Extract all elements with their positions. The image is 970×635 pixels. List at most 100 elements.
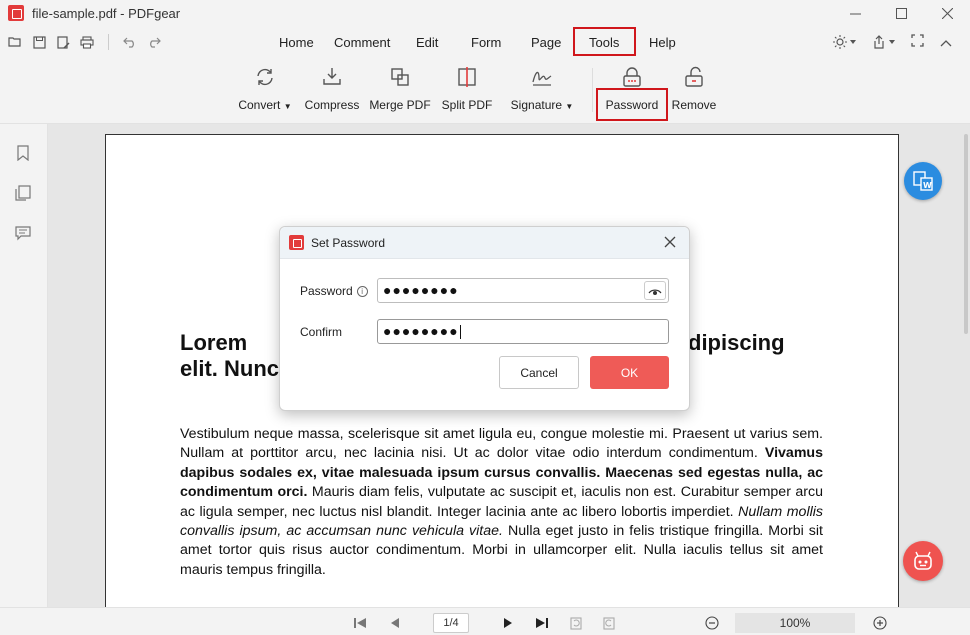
dialog-title: Set Password (311, 236, 386, 250)
toolbar-divider (108, 34, 109, 50)
print-icon[interactable] (80, 35, 94, 49)
merge-pdf-button[interactable]: Merge PDF (369, 66, 431, 112)
lock-icon (621, 66, 643, 88)
document-paragraph: Vestibulum neque massa, scelerisque sit … (180, 425, 823, 580)
signature-button[interactable]: Signature ▼ (509, 66, 575, 112)
chevron-up-icon (940, 40, 952, 47)
convert-button[interactable]: Convert ▼ (237, 66, 293, 112)
split-pdf-label: Split PDF (441, 98, 493, 112)
password-label-text: Password (300, 284, 353, 298)
robot-icon (914, 551, 932, 570)
menu-form[interactable]: Form (471, 35, 501, 50)
split-pdf-button[interactable]: Split PDF (441, 66, 493, 112)
save-icon[interactable] (32, 35, 46, 49)
show-password-button[interactable] (644, 281, 666, 300)
svg-text:W: W (923, 181, 932, 190)
confirm-password-input[interactable]: ●●●●●●●● (377, 319, 669, 344)
menu-help[interactable]: Help (649, 35, 676, 50)
remove-label: Remove (671, 98, 717, 112)
title-bar: file-sample.pdf - PDFgear (0, 0, 970, 26)
heading-part-2: dipiscing (688, 330, 785, 355)
menu-bar: Home Comment Edit Form Page Tools Help (0, 26, 970, 60)
split-icon (456, 66, 478, 88)
save-as-icon[interactable] (56, 35, 70, 49)
zoom-level-field[interactable]: 100% (735, 613, 855, 633)
password-field-label: Password i (300, 284, 368, 298)
password-input[interactable]: ●●●●●●●● (377, 278, 669, 303)
last-page-icon[interactable] (533, 614, 551, 632)
compress-button[interactable]: Compress (304, 66, 360, 112)
open-folder-icon[interactable] (8, 35, 22, 49)
signature-icon (531, 66, 553, 88)
confirm-field-label: Confirm (300, 325, 342, 339)
zoom-out-icon[interactable] (703, 614, 721, 632)
thumbnails-icon[interactable] (14, 184, 32, 202)
undo-icon[interactable] (123, 35, 137, 49)
close-window-button[interactable] (924, 0, 970, 26)
ok-button[interactable]: OK (590, 356, 669, 389)
sun-icon (833, 35, 847, 49)
previous-page-icon[interactable] (386, 614, 404, 632)
minimize-button[interactable] (832, 0, 878, 26)
menu-page[interactable]: Page (531, 35, 561, 50)
fullscreen-button[interactable] (911, 34, 924, 50)
heading-part-1: Lorem (180, 330, 248, 355)
minimize-icon (849, 13, 861, 14)
convert-label: Convert (238, 98, 281, 112)
password-input-value: ●●●●●●●● (383, 282, 459, 298)
text-caret (459, 325, 461, 340)
rotate-left-icon[interactable] (567, 614, 585, 632)
view-tools (833, 34, 952, 50)
maximize-icon (895, 7, 907, 19)
pdf-to-word-icon: W (913, 171, 933, 191)
quick-access-toolbar (8, 34, 161, 50)
ribbon-divider (592, 68, 593, 112)
tools-ribbon: Convert ▼ Compress Merge PDF Split PDF S… (0, 60, 970, 124)
tools-highlight-box (573, 27, 636, 56)
close-icon (941, 7, 953, 19)
remove-password-button[interactable]: Remove (669, 66, 719, 112)
ai-assistant-button[interactable] (903, 541, 943, 581)
compress-label: Compress (304, 98, 360, 112)
status-bar: 1/4 100% (0, 607, 970, 635)
merge-pdf-label: Merge PDF (369, 98, 431, 112)
first-page-icon[interactable] (351, 614, 369, 632)
rotate-right-icon[interactable] (600, 614, 618, 632)
page-number-input[interactable]: 1/4 (433, 613, 469, 633)
menu-home[interactable]: Home (279, 35, 314, 50)
menu-edit[interactable]: Edit (416, 35, 438, 50)
maximize-button[interactable] (878, 0, 924, 26)
comments-icon[interactable] (14, 224, 32, 242)
window-controls (832, 0, 970, 26)
fullscreen-icon (911, 34, 924, 47)
app-logo-icon (289, 235, 304, 250)
collapse-ribbon-button[interactable] (940, 34, 952, 50)
close-icon (664, 236, 676, 248)
confirm-input-value: ●●●●●●●● (383, 323, 459, 339)
menu-comment[interactable]: Comment (334, 35, 390, 50)
next-page-icon[interactable] (499, 614, 517, 632)
dropdown-caret-icon: ▼ (283, 102, 292, 111)
convert-icon (254, 66, 276, 88)
password-highlight-box (596, 88, 668, 121)
heading-part-3: elit. Nunc (180, 356, 280, 381)
convert-to-word-button[interactable]: W (904, 162, 942, 200)
compress-icon (321, 66, 343, 88)
paragraph-run: Vestibulum neque massa, scelerisque sit … (180, 426, 823, 462)
info-icon[interactable]: i (356, 285, 368, 297)
vertical-scrollbar[interactable] (964, 134, 968, 334)
window-title: file-sample.pdf - PDFgear (32, 5, 181, 21)
dialog-close-button[interactable] (661, 233, 679, 251)
zoom-in-icon[interactable] (871, 614, 889, 632)
set-password-dialog: Set Password Password i ●●●●●●●● Confirm… (279, 226, 690, 411)
app-logo-icon (8, 5, 24, 21)
share-button[interactable] (872, 35, 895, 49)
chevron-down-icon (850, 40, 856, 44)
share-icon (874, 35, 884, 49)
bookmark-icon[interactable] (14, 144, 32, 162)
confirm-label-text: Confirm (300, 325, 343, 339)
left-sidebar (0, 124, 48, 635)
theme-button[interactable] (833, 35, 856, 49)
redo-icon[interactable] (147, 35, 161, 49)
cancel-button[interactable]: Cancel (499, 356, 579, 389)
